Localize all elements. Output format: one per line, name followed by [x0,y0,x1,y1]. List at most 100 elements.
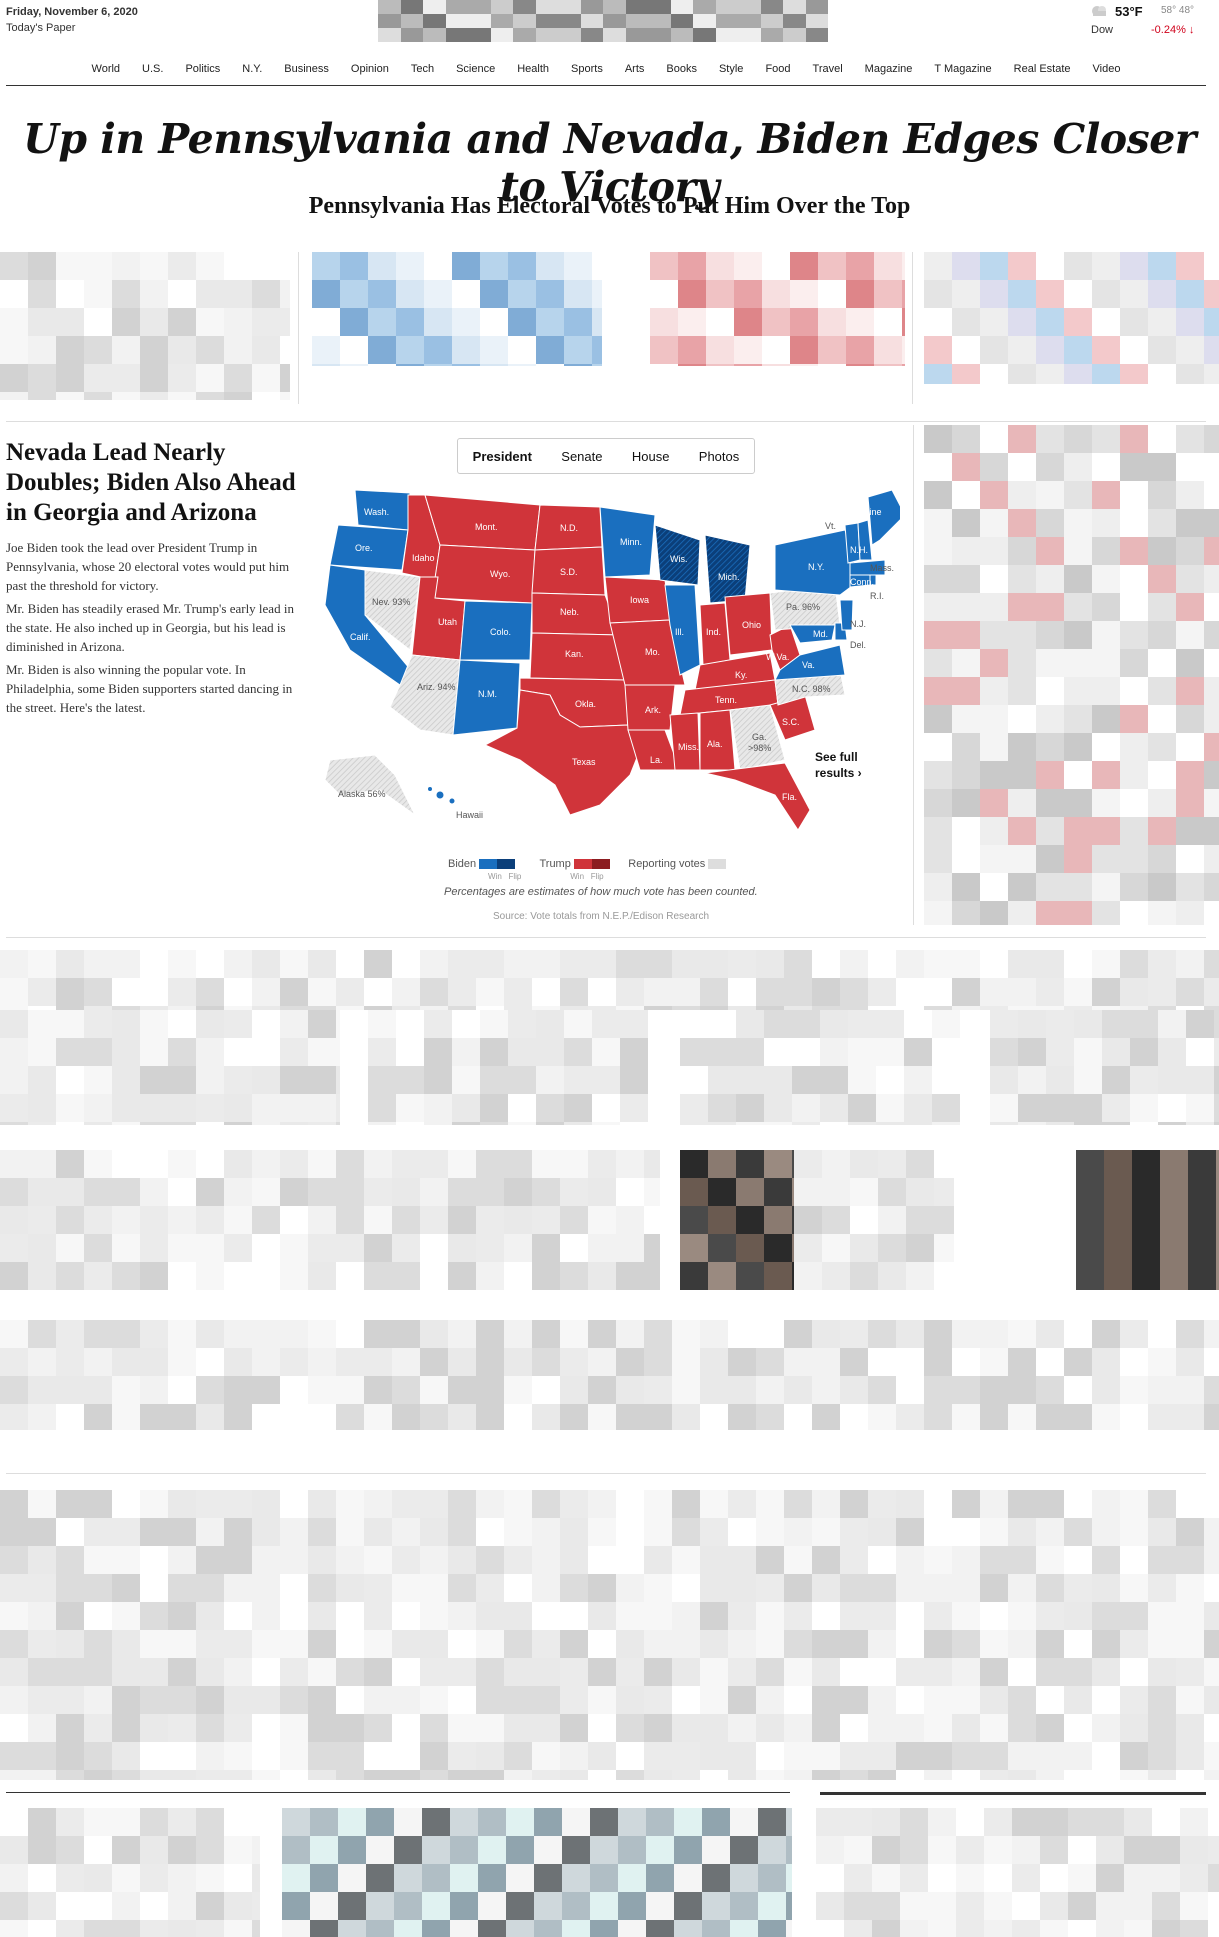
source-credit: Source: Vote totals from N.E.P./Edison R… [493,911,710,922]
map-label: Maine [857,507,882,517]
state-me [867,489,900,546]
nav-item-t-magazine[interactable]: T Magazine [923,58,1002,85]
date-text: Friday, November 6, 2020 [6,6,138,18]
lead-story[interactable]: Nevada Lead Nearly Doubles; Biden Also A… [6,438,296,721]
map-label: N.M. [478,689,497,699]
tab-photos[interactable]: Photos [699,449,739,464]
map-label: Pa. 96% [786,602,820,612]
map-label: Iowa [630,595,649,605]
blurred-content-block [0,252,290,400]
map-label: N.J. [850,619,866,629]
tab-house[interactable]: House [632,449,670,464]
map-label: Mo. [645,647,660,657]
map-label: Ala. [707,739,723,749]
map-label: S.D. [560,567,578,577]
map-label: Idaho [412,553,435,563]
map-label: Calif. [350,632,371,642]
story-paragraph: Mr. Biden has steadily erased Mr. Trump'… [6,601,294,654]
cloud-icon [1092,6,1106,16]
weather-widget[interactable]: 53°F 58° 48° Dow -0.24% ↓ [1089,2,1209,42]
map-label: Alaska 56% [338,789,386,799]
map-label: Minn. [620,537,642,547]
nav-item-books[interactable]: Books [655,58,708,85]
blurred-content-block [680,1150,794,1290]
map-label: Vt. [825,521,836,531]
map-label: Del. [850,640,866,650]
nav-item-video[interactable]: Video [1082,58,1132,85]
map-label: Hawaii [456,810,483,820]
blurred-content-block [924,252,1219,384]
map-label: Neb. [560,607,579,617]
blurred-content-block [312,252,602,366]
map-label: Nev. 93% [372,597,410,607]
state-mi [704,534,751,604]
nav-item-health[interactable]: Health [506,58,560,85]
blurred-content-block [0,1490,1219,1780]
map-label: La. [650,755,663,765]
map-label: Ohio [742,620,761,630]
temperature: 53°F [1115,4,1143,19]
blurred-content-block [816,1808,1219,1937]
map-label: Ariz. 94% [417,682,456,692]
map-label: Colo. [490,627,511,637]
tab-president[interactable]: President [473,449,532,464]
map-label: S.C. [782,717,800,727]
nav-item-arts[interactable]: Arts [614,58,656,85]
nav-item-sports[interactable]: Sports [560,58,614,85]
map-label: Md. [813,629,828,639]
section-nav: World U.S. Politics N.Y. Business Opinion Tech… [6,58,1206,86]
blurred-content-block [282,1808,792,1937]
nav-item-u-s-[interactable]: U.S. [131,58,174,85]
nav-item-magazine[interactable]: Magazine [854,58,924,85]
see-full-results-link[interactable]: See full results › [815,749,862,781]
blurred-content-block [368,1010,648,1125]
nav-item-politics[interactable]: Politics [174,58,231,85]
nav-item-science[interactable]: Science [445,58,506,85]
map-label: Ind. [706,627,721,637]
masthead-logo[interactable] [378,0,828,42]
map-label: Okla. [575,699,596,709]
map-label: Wyo. [490,569,510,579]
election-map[interactable]: Wash. Ore. Calif. Nev. 93% Idaho Mont. W… [320,485,900,835]
blurred-content-block [0,1150,660,1290]
todays-paper-link[interactable]: Today's Paper [6,22,75,34]
nav-item-food[interactable]: Food [754,58,801,85]
story-paragraph: Joe Biden took the lead over President T… [6,540,290,593]
blurred-content-block [0,950,1219,1010]
market-label: Dow [1091,24,1114,36]
blurred-content-block [0,1808,260,1937]
blurred-content-block [0,1320,1219,1430]
map-label: Fla. [782,792,797,802]
map-label: N.C. 98% [792,684,831,694]
nav-item-style[interactable]: Style [708,58,754,85]
map-label: Utah [438,617,457,627]
temp-hilo: 58° 48° [1161,5,1195,16]
nav-item-real-estate[interactable]: Real Estate [1003,58,1082,85]
blurred-content-block [650,252,905,366]
map-label: Wis. [670,554,688,564]
nav-item-tech[interactable]: Tech [400,58,445,85]
map-label: N.D. [560,523,578,533]
state-vt [844,522,861,564]
nav-item-business[interactable]: Business [273,58,340,85]
nav-item-opinion[interactable]: Opinion [340,58,400,85]
map-legend: Biden Trump Reporting votes Win Flip Win… [448,858,768,881]
story-title[interactable]: Nevada Lead Nearly Doubles; Biden Also A… [6,438,296,528]
map-label: Mich. [718,572,740,582]
story-paragraph: Mr. Biden is also winning the popular vo… [6,662,293,715]
nav-item-n-y-[interactable]: N.Y. [231,58,273,85]
sub-headline[interactable]: Pennsylvania Has Electoral Votes to Put … [0,193,1219,220]
blurred-content-block [680,1010,960,1125]
blurred-content-block [924,425,1219,925]
tab-senate[interactable]: Senate [561,449,602,464]
map-label: Texas [572,757,596,767]
map-label: W.Va. [766,652,789,662]
nav-item-travel[interactable]: Travel [802,58,854,85]
map-label: Ga. [752,732,767,742]
map-label: Ark. [645,705,661,715]
legend-note: Percentages are estimates of how much vo… [444,886,758,898]
nav-item-world[interactable]: World [81,58,132,85]
map-label: Mont. [475,522,498,532]
state-ak [324,754,416,816]
map-label: Wash. [364,507,389,517]
